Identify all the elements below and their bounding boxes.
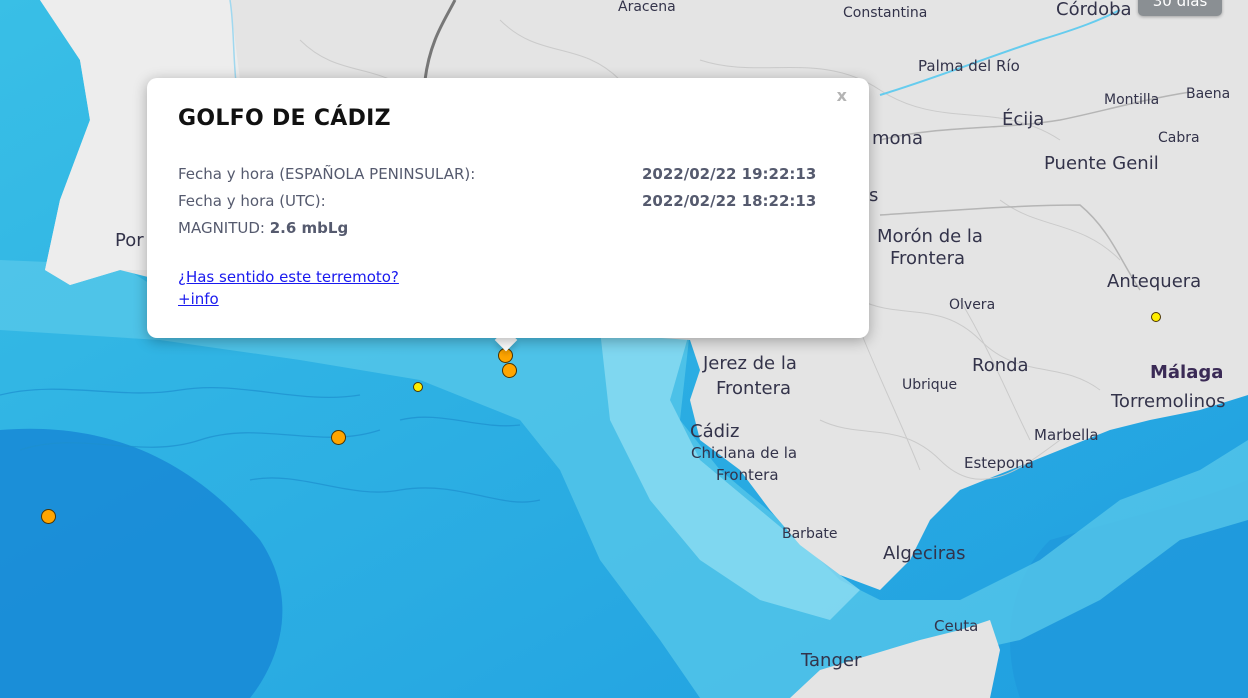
magnitude-value: 2.6 mbLg [269, 219, 349, 237]
popup-title: GOLFO DE CÁDIZ [178, 106, 391, 131]
place-label: Ubrique [902, 377, 958, 393]
place-label: Puente Genil [1044, 153, 1159, 174]
place-label: mona [872, 128, 923, 149]
place-label: Chiclana de la [691, 444, 798, 462]
place-label: Aracena [618, 0, 676, 15]
place-label: Frontera [716, 466, 779, 484]
place-label: Ronda [972, 355, 1029, 376]
local-time-label: Fecha y hora (ESPAÑOLA PENINSULAR): [178, 165, 476, 183]
more-info-link[interactable]: +info [178, 290, 219, 308]
earthquake-marker-q2[interactable] [502, 363, 517, 378]
place-label: Marbella [1034, 426, 1099, 444]
place-label: Cabra [1158, 130, 1200, 146]
place-label: Écija [1002, 109, 1045, 130]
period-30-days-button[interactable]: 30 días [1138, 0, 1222, 16]
place-label: Frontera [890, 248, 966, 269]
place-label: Tanger [801, 650, 862, 671]
place-label: Cádiz [690, 421, 740, 442]
place-label: Estepona [964, 454, 1034, 472]
earthquake-marker-q3[interactable] [413, 382, 423, 392]
earthquake-marker-q6[interactable] [1151, 312, 1161, 322]
place-label: Montilla [1104, 92, 1160, 108]
earthquake-marker-q5[interactable] [41, 509, 56, 524]
place-label: Morón de la [877, 226, 983, 247]
place-label: Barbate [782, 526, 838, 542]
place-label: Olvera [949, 297, 996, 313]
place-label: Por [115, 230, 144, 251]
place-label: Málaga [1150, 362, 1224, 383]
place-label: Constantina [843, 5, 928, 21]
felt-earthquake-link[interactable]: ¿Has sentido este terremoto? [178, 268, 399, 286]
magnitude-label: MAGNITUD: [178, 219, 265, 237]
place-label: Jerez de la [703, 353, 797, 374]
local-time-value: 2022/02/22 19:22:13 [642, 165, 817, 183]
place-label: Palma del Río [918, 57, 1020, 75]
earthquake-marker-q4[interactable] [331, 430, 346, 445]
place-label: Torremolinos [1111, 391, 1226, 412]
earthquake-popup: x GOLFO DE CÁDIZ Fecha y hora (ESPAÑOLA … [147, 78, 869, 338]
place-label: Ceuta [934, 617, 979, 635]
place-label: Antequera [1107, 271, 1202, 292]
place-label: Córdoba [1056, 0, 1132, 20]
utc-time-label: Fecha y hora (UTC): [178, 192, 326, 210]
place-label: Frontera [716, 378, 792, 399]
close-icon[interactable]: x [837, 86, 847, 105]
place-label: Baena [1186, 86, 1231, 102]
place-label: Algeciras [883, 543, 966, 564]
place-label: s [869, 185, 879, 206]
utc-time-value: 2022/02/22 18:22:13 [642, 192, 817, 210]
magnitude-row: MAGNITUD: 2.6 mbLg [178, 219, 348, 237]
